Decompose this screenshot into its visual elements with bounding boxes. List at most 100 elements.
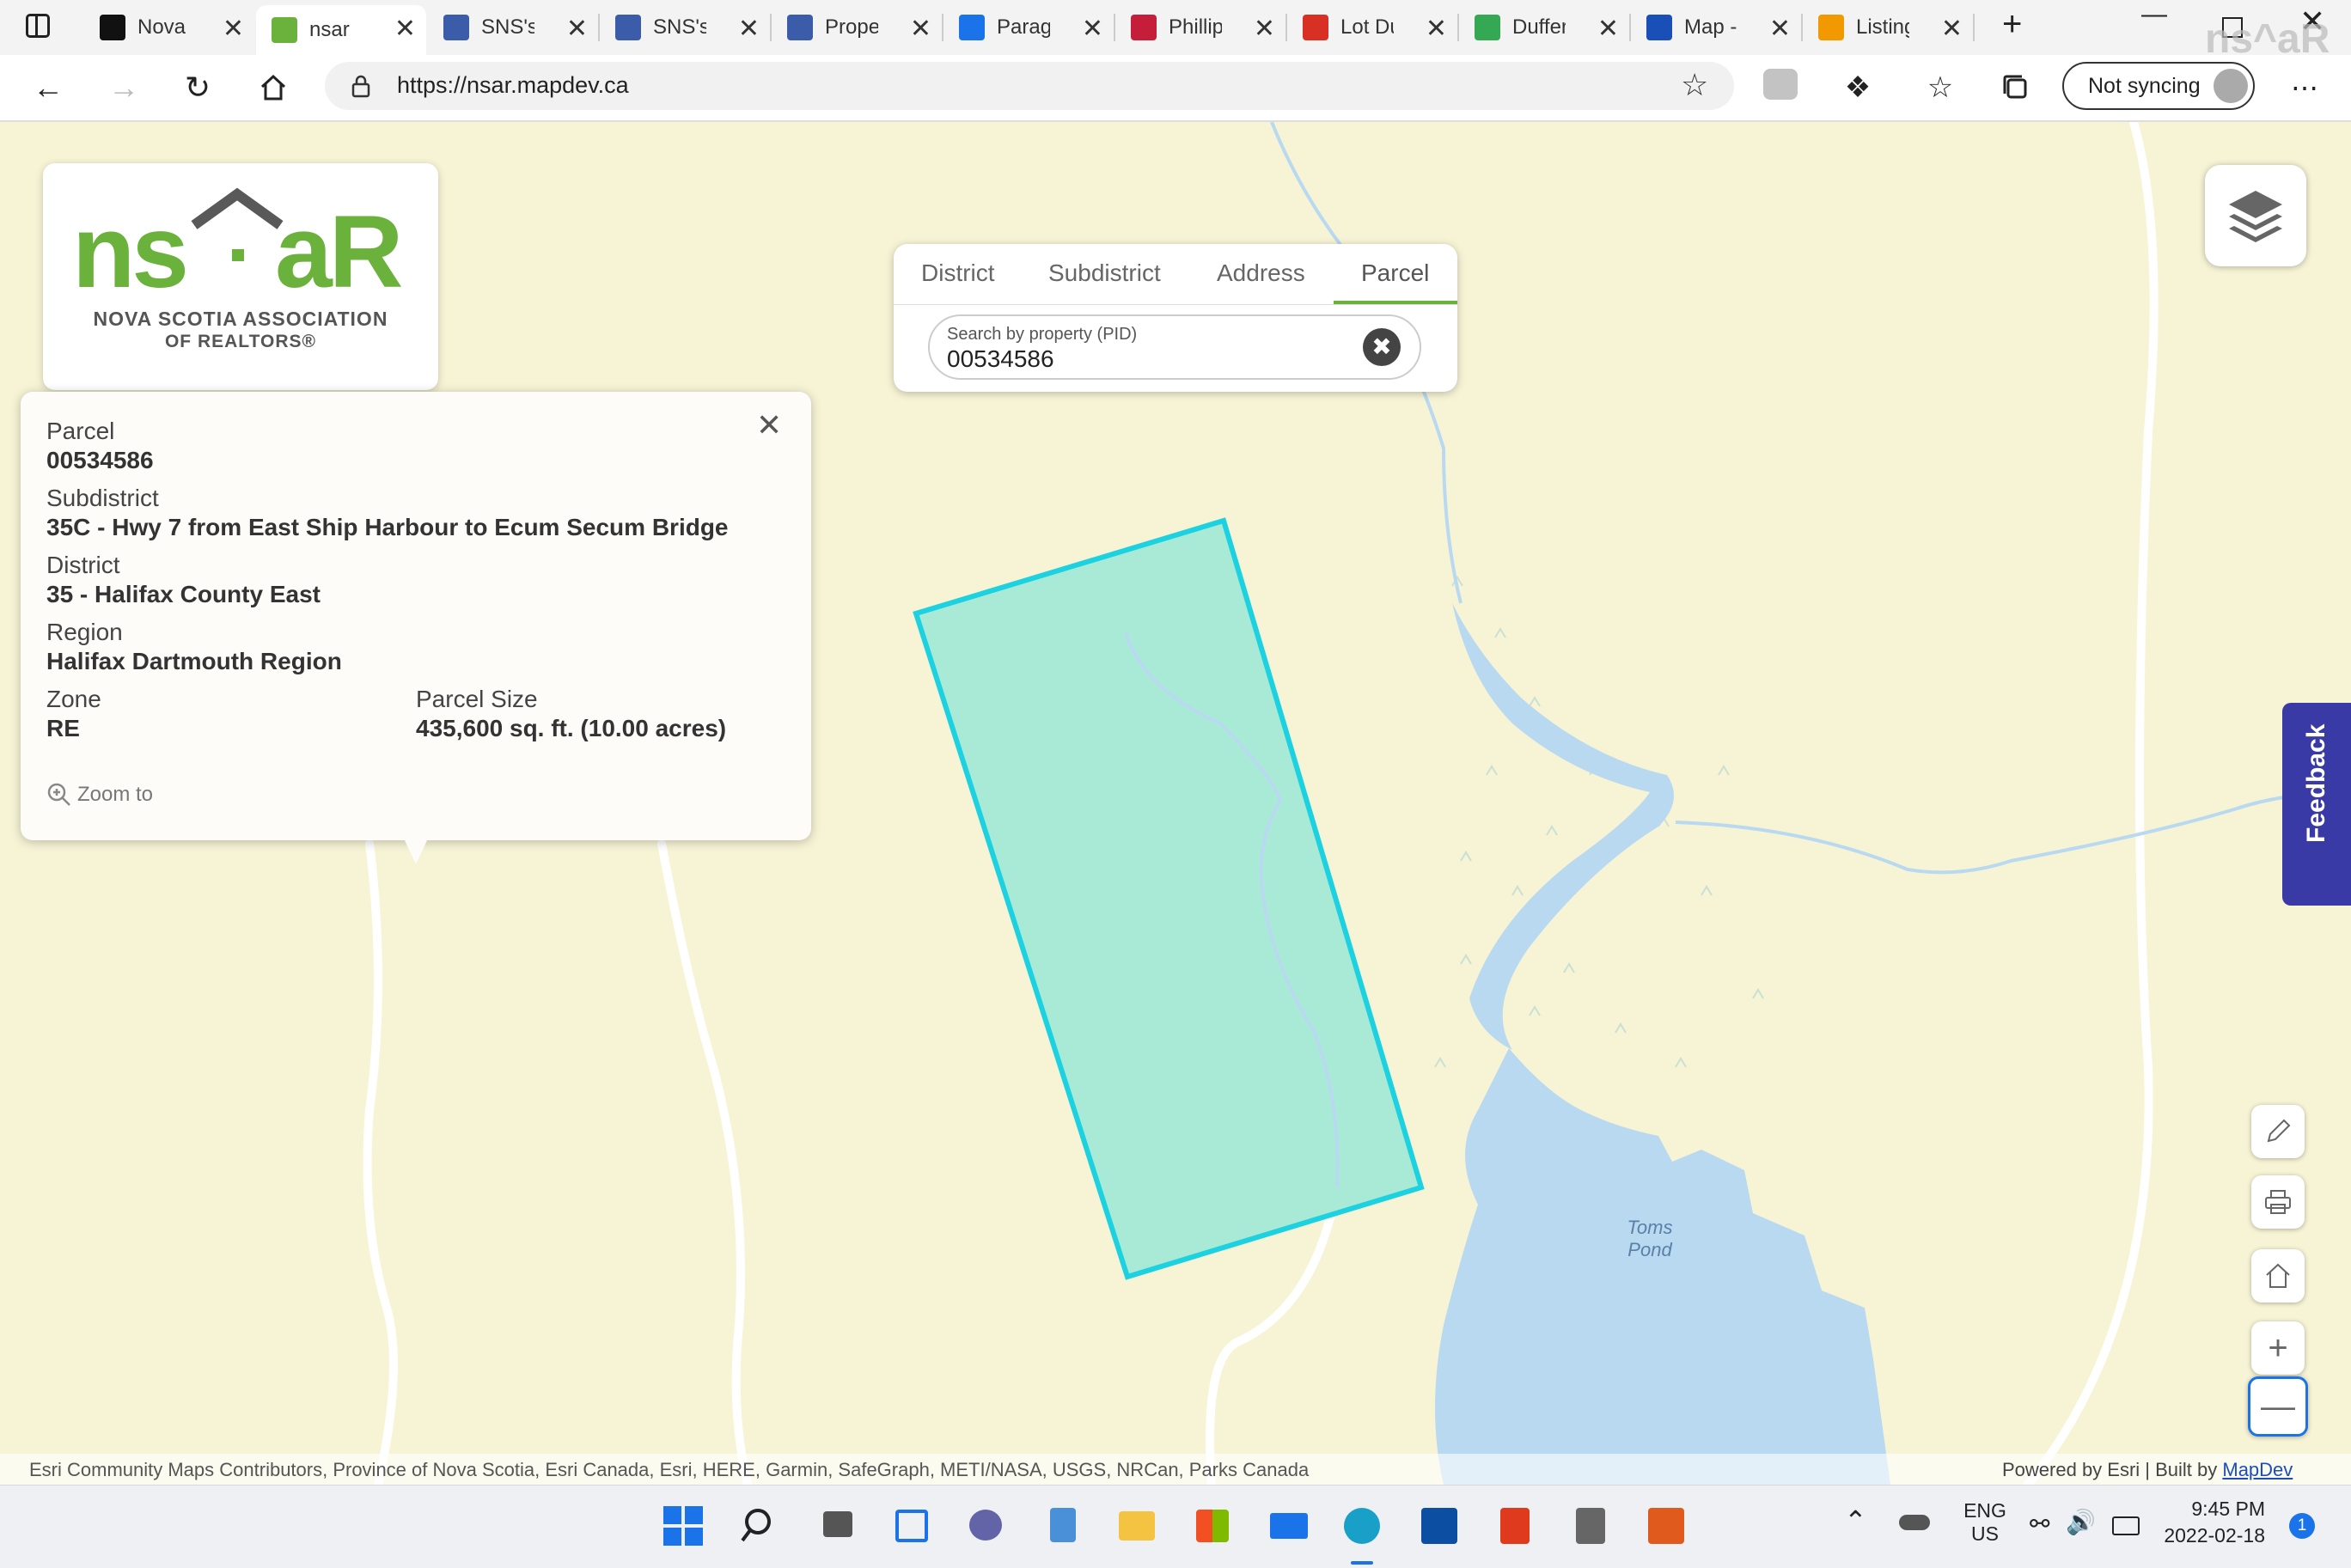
- close-tab-icon[interactable]: ✕: [1082, 14, 1103, 44]
- more-menu-button[interactable]: ⋯: [2282, 65, 2327, 110]
- browser-tab[interactable]: Proper ✕: [772, 5, 942, 50]
- notification-badge[interactable]: 1: [2289, 1513, 2315, 1539]
- feedback-button[interactable]: Feedback: [2282, 703, 2351, 906]
- close-tab-icon[interactable]: ✕: [566, 14, 588, 44]
- browser-tab[interactable]: Parago ✕: [943, 5, 1114, 50]
- tab-divider: [894, 304, 1457, 305]
- onedrive-icon[interactable]: [1899, 1515, 1930, 1530]
- browser-tab[interactable]: SNS's ✕: [428, 5, 598, 50]
- extension-puzzle-icon[interactable]: [1763, 69, 1798, 100]
- lock-icon[interactable]: [351, 74, 371, 98]
- app-cc4-icon[interactable]: [1645, 1504, 1688, 1547]
- close-tab-icon[interactable]: ✕: [1426, 14, 1447, 44]
- nsar-logo: ns aR: [72, 187, 406, 306]
- minimize-button[interactable]: —: [2141, 0, 2167, 29]
- parcel-size-label: Parcel Size: [416, 686, 538, 712]
- subdistrict-label: Subdistrict: [46, 485, 159, 511]
- close-tab-icon[interactable]: ✕: [910, 14, 931, 44]
- forward-button[interactable]: →: [101, 65, 146, 110]
- browser-tab[interactable]: Lot Du ✕: [1287, 5, 1457, 50]
- tab-label: SNS's: [481, 15, 534, 39]
- nsar-logo-card[interactable]: ns aR NOVA SCOTIA ASSOCIATION OF REALTOR…: [43, 163, 438, 390]
- back-button[interactable]: ←: [26, 65, 70, 110]
- battery-icon[interactable]: [2112, 1516, 2140, 1535]
- office-icon[interactable]: [1493, 1504, 1536, 1547]
- pond-label-line1: Toms: [1627, 1217, 1673, 1238]
- close-tab-icon[interactable]: ✕: [394, 14, 416, 44]
- edge-icon[interactable]: [1340, 1504, 1383, 1547]
- subdistrict-value: 35C - Hwy 7 from East Ship Harbour to Ec…: [46, 514, 729, 540]
- sns-icon: [787, 15, 813, 40]
- task-view-icon[interactable]: [816, 1504, 859, 1547]
- close-tab-icon[interactable]: ✕: [1769, 14, 1791, 44]
- zoom-to-label: Zoom to: [77, 783, 154, 806]
- zoom-out-button[interactable]: —: [2248, 1376, 2308, 1437]
- browser-tab[interactable]: Listing ✕: [1803, 5, 1973, 50]
- clear-search-button[interactable]: ✖: [1363, 328, 1401, 366]
- volume-icon[interactable]: 🔊: [2066, 1508, 2096, 1536]
- clock[interactable]: 9:45 PM 2022-02-18: [2159, 1498, 2265, 1547]
- mapdev-link[interactable]: MapDev: [2222, 1459, 2293, 1480]
- browser-tab[interactable]: Map - ✕: [1631, 5, 1801, 50]
- search-input[interactable]: 00534586: [947, 345, 1054, 373]
- browser-tab[interactable]: Nova S ✕: [84, 5, 254, 50]
- store-icon[interactable]: [1191, 1504, 1234, 1547]
- browser-tab[interactable]: Duffer ✕: [1459, 5, 1629, 50]
- favorites-button[interactable]: ☆: [1918, 65, 1963, 110]
- search-field-label: Search by property (PID): [947, 325, 1138, 344]
- zoom-in-icon: [47, 783, 70, 806]
- file-explorer-icon[interactable]: [1115, 1504, 1158, 1547]
- browser-tab[interactable]: Phillip ✕: [1115, 5, 1285, 50]
- extensions-button[interactable]: ❖: [1835, 65, 1880, 110]
- parcel-info-popup: ✕ Parcel 00534586 Subdistrict 35C - Hwy …: [21, 392, 811, 864]
- home-extent-button[interactable]: [2251, 1249, 2305, 1303]
- widgets-icon[interactable]: [890, 1504, 933, 1547]
- search-icon[interactable]: [739, 1504, 782, 1547]
- toms-pond: [1435, 1048, 1890, 1485]
- tab-district[interactable]: District: [921, 259, 995, 287]
- collections-button[interactable]: [1994, 65, 2038, 110]
- zoom-in-button[interactable]: +: [2251, 1321, 2305, 1375]
- tab-actions-icon[interactable]: [26, 14, 50, 38]
- url-text[interactable]: https://nsar.mapdev.ca: [397, 72, 629, 99]
- lang-indicator[interactable]: ENG US: [1959, 1499, 2011, 1546]
- calculator-icon[interactable]: [1569, 1504, 1612, 1547]
- browser-tab[interactable]: nsar ✕: [256, 5, 426, 55]
- layers-button[interactable]: [2205, 165, 2306, 266]
- tab-subdistrict[interactable]: Subdistrict: [1048, 259, 1161, 287]
- draw-button[interactable]: [2251, 1105, 2305, 1158]
- browser-tab[interactable]: SNS's ✕: [600, 5, 770, 50]
- home-button[interactable]: [251, 65, 296, 110]
- close-tab-icon[interactable]: ✕: [1597, 14, 1619, 44]
- browser-tab-bar: Nova S✕nsar✕SNS's✕SNS's✕Proper✕Parago✕Ph…: [0, 0, 2351, 62]
- powered-by: Powered by Esri | Built by: [2002, 1459, 2223, 1480]
- close-tab-icon[interactable]: ✕: [738, 14, 760, 44]
- parcel-polygon[interactable]: [913, 517, 1425, 1280]
- chevron-up-icon[interactable]: ⌃: [1844, 1504, 1867, 1537]
- close-tab-icon[interactable]: ✕: [223, 14, 244, 44]
- profile-sync-button[interactable]: Not syncing: [2062, 62, 2255, 110]
- nsar-house-icon: [272, 17, 297, 43]
- layers-icon: [2229, 191, 2282, 242]
- app-icon[interactable]: [1418, 1504, 1461, 1547]
- notepad-icon[interactable]: [1041, 1504, 1084, 1547]
- mail-icon[interactable]: [1267, 1504, 1310, 1547]
- sync-label: Not syncing: [2088, 74, 2201, 98]
- close-tab-icon[interactable]: ✕: [1941, 14, 1963, 44]
- close-icon[interactable]: ✕: [756, 407, 782, 443]
- address-bar[interactable]: https://nsar.mapdev.ca ☆: [325, 62, 1734, 110]
- tab-parcel[interactable]: Parcel: [1361, 259, 1429, 287]
- print-button[interactable]: [2251, 1175, 2305, 1229]
- gmail-icon: [1303, 15, 1328, 40]
- edge-active-indicator: [1351, 1561, 1373, 1565]
- wifi-icon[interactable]: ⚯: [2030, 1510, 2049, 1538]
- pid-search-field[interactable]: Search by property (PID) 00534586 ✖: [928, 314, 1421, 380]
- teams-chat-icon[interactable]: [964, 1504, 1007, 1547]
- zoom-to-link[interactable]: Zoom to: [46, 782, 153, 808]
- new-tab-button[interactable]: +: [2002, 5, 2022, 44]
- start-icon[interactable]: [662, 1504, 705, 1547]
- favorite-star-icon[interactable]: ☆: [1681, 67, 1708, 103]
- close-tab-icon[interactable]: ✕: [1254, 14, 1275, 44]
- tab-address[interactable]: Address: [1217, 259, 1305, 287]
- refresh-button[interactable]: ↻: [175, 65, 220, 110]
